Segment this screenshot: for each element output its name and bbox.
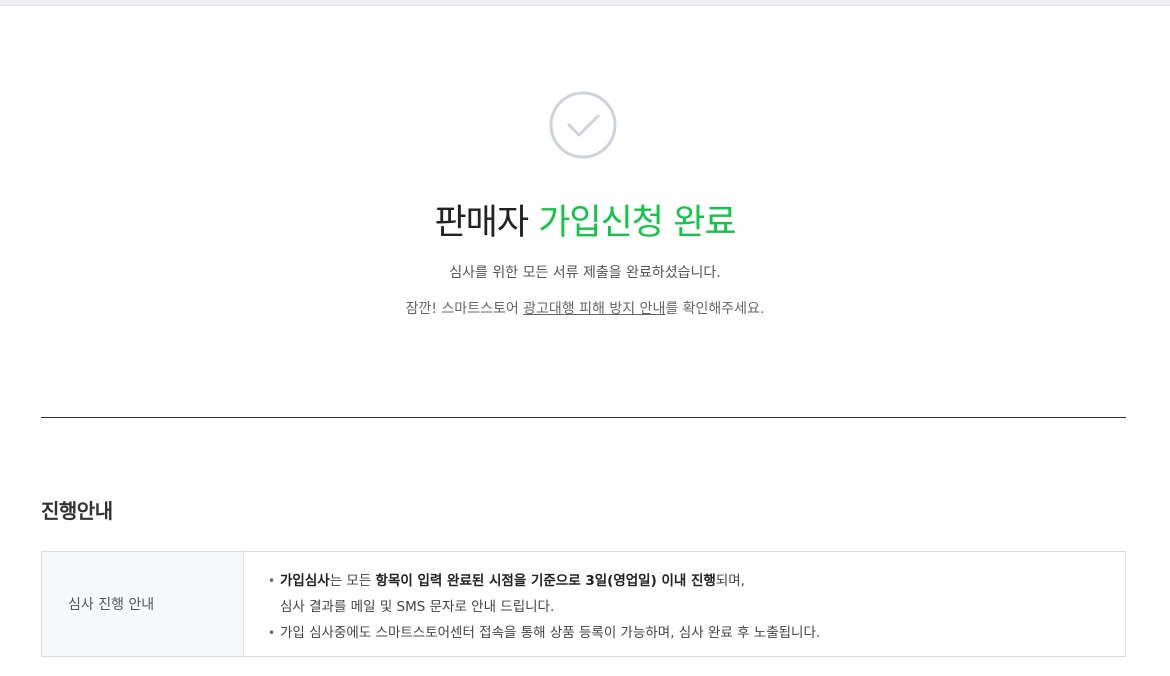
section-title: 진행안내 [41,499,113,523]
notice-suffix: 를 확인해주세요. [665,301,765,317]
notice-text: 잠깐! 스마트스토어 광고대행 피해 방지 안내를 확인해주세요. [0,298,1170,318]
bullet-icon: • [268,626,276,640]
bullet1-bold1: 가입심사 [280,573,330,589]
top-border [0,0,1170,6]
title-highlight: 가입신청 완료 [538,203,736,243]
completion-description: 심사를 위한 모든 서류 제출을 완료하셨습니다. [449,265,721,281]
notice-prefix: 잠깐! 스마트스토어 [405,301,524,317]
page-title: 판매자 가입신청 완료 [0,194,1170,245]
list-item: • 가입 심사중에도 스마트스토어센터 접속을 통해 상품 등록이 가능하며, … [268,620,1125,646]
check-circle-icon [548,90,618,160]
list-item: • 가입심사는 모든 항목이 입력 완료된 시점을 기준으로 3일(영업일) 이… [268,568,1125,594]
bullet1-text1: 는 모든 [329,573,376,589]
bullet-icon: • [268,574,276,588]
row-label: 심사 진행 안내 [42,552,244,656]
ad-fraud-guide-link[interactable]: 광고대행 피해 방지 안내 [523,301,665,317]
title-prefix: 판매자 [434,203,529,243]
bullet1-bold2: 항목이 입력 완료된 시점을 기준으로 3일(영업일) 이내 진행 [375,573,716,589]
bullet1-text2: 되며, [715,573,745,589]
bullet1-line2: 심사 결과를 메일 및 SMS 문자로 안내 드립니다. [280,599,555,615]
progress-info-table: 심사 진행 안내 • 가입심사는 모든 항목이 입력 완료된 시점을 기준으로 … [41,551,1126,657]
bullet2-text: 가입 심사중에도 스마트스토어센터 접속을 통해 상품 등록이 가능하며, 심사… [280,625,821,641]
row-content: • 가입심사는 모든 항목이 입력 완료된 시점을 기준으로 3일(영업일) 이… [244,552,1125,656]
section-divider [41,417,1126,418]
